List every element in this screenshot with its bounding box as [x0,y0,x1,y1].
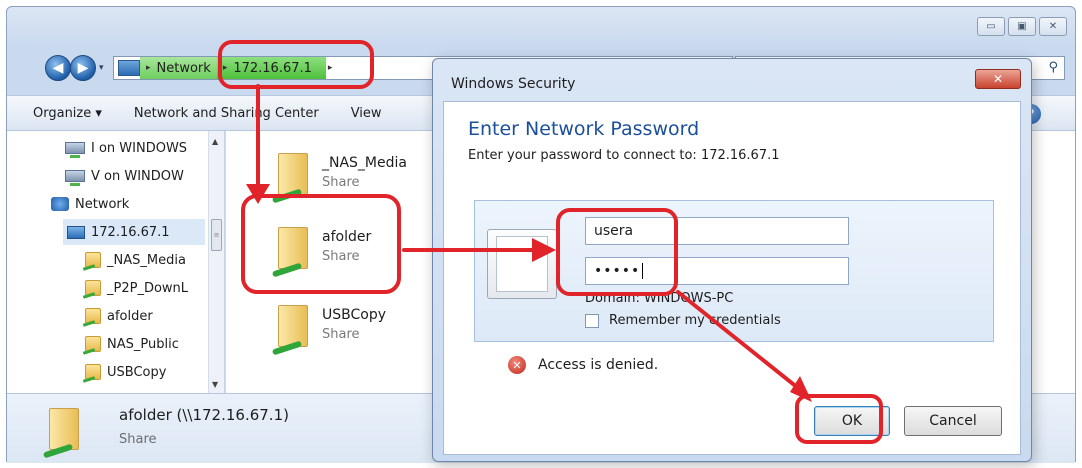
minimize-button[interactable]: ▭ [977,17,1005,36]
username-field[interactable]: usera [585,217,849,245]
file-item-name: _NAS_Media [322,155,407,171]
tree-item-afolder[interactable]: afolder [85,303,153,329]
sidebar-scrollbar[interactable]: ▲ ≡ ▼ [208,131,224,393]
file-item-name: USBCopy [322,307,387,323]
cancel-button[interactable]: Cancel [904,406,1002,436]
dialog-title: Windows Security [451,76,576,92]
username-value: usera [594,223,634,239]
details-item-type: Share [119,432,157,447]
shared-folder-icon [85,308,101,324]
tree-item-label: 172.16.67.1 [91,224,170,240]
file-item-type: Share [322,327,360,342]
shared-folder-icon [85,336,101,352]
password-field[interactable]: ••••• [585,257,849,285]
remember-credentials-checkbox[interactable] [585,313,599,328]
dialog-subtitle: Enter your password to connect to: 172.1… [468,148,780,163]
network-drive-icon [65,142,85,158]
tree-item-label: _P2P_DownL [107,280,189,296]
dialog-body: Enter Network Password Enter your passwo… [443,101,1021,455]
forward-button[interactable]: ▶ [70,55,96,81]
breadcrumb-ip[interactable]: ▸ 172.16.67.1 [216,57,326,79]
shared-folder-icon [42,404,83,459]
breadcrumb-expand[interactable]: ▸ [326,57,339,79]
scroll-thumb[interactable]: ≡ [211,219,222,251]
remember-credentials-label: Remember my credentials [609,313,781,328]
file-item-afolder[interactable]: afolder Share [271,223,372,278]
domain-label: Domain: WINDOWS-PC [585,291,734,306]
search-icon[interactable]: ⚲ [1048,60,1058,75]
breadcrumb-separator-icon: ▸ [146,63,151,73]
shared-folder-icon [271,223,312,278]
network-drive-icon [65,170,85,186]
credential-panel: usera ••••• Domain: WINDOWS-PC Remember … [474,200,994,342]
windows-security-dialog: Windows Security ✕ Enter Network Passwor… [432,58,1032,462]
maximize-button[interactable]: ▣ [1008,17,1036,36]
tree-item-nas-media[interactable]: _NAS_Media [85,247,186,273]
file-item-usbcopy[interactable]: USBCopy Share [271,301,387,356]
dialog-heading: Enter Network Password [468,118,700,140]
tree-item-label: V on WINDOW [91,168,184,184]
shared-folder-icon [85,364,101,380]
error-text: Access is denied. [538,357,659,373]
computer-icon [67,225,85,239]
navigation-pane: I on WINDOWS V on WINDOW Network 172.16.… [7,131,225,393]
shared-folder-icon [85,252,101,268]
ok-button[interactable]: OK [814,406,890,436]
tree-item-v-drive[interactable]: V on WINDOW [65,163,184,189]
scroll-up-icon[interactable]: ▲ [212,137,218,146]
tree-item-network[interactable]: Network [51,191,129,217]
tree-item-label: NAS_Public [107,336,179,352]
tree-item-label: afolder [107,308,153,324]
network-icon [51,197,69,211]
tree-item-label: USBCopy [107,364,167,380]
breadcrumb-network[interactable]: ▸ Network [140,57,217,79]
breadcrumb-ip-label: 172.16.67.1 [233,60,312,76]
tree-item-label: _NAS_Media [107,252,186,268]
shared-folder-icon [85,280,101,296]
password-value: ••••• [594,263,641,279]
shared-folder-icon [271,149,312,204]
view-menu[interactable]: View [335,106,398,121]
breadcrumb-expand-icon: ▸ [327,63,333,73]
network-location-icon [118,60,140,76]
details-item-name: afolder (\\172.16.67.1) [119,406,289,424]
error-message: ✕ Access is denied. [508,356,658,374]
organize-menu[interactable]: Organize ▾ [7,106,118,121]
file-item-name: afolder [322,229,372,245]
tree-item-nas-public[interactable]: NAS_Public [85,331,179,357]
remember-credentials-option[interactable]: Remember my credentials [585,313,781,328]
scroll-down-icon[interactable]: ▼ [212,380,218,389]
file-item-type: Share [322,249,360,264]
tree-item-label: Network [75,196,130,212]
tree-item-p2p-download[interactable]: _P2P_DownL [85,275,188,301]
breadcrumb-separator-icon: ▸ [222,63,228,73]
back-button[interactable]: ◀ [45,55,71,81]
file-item-nas-media[interactable]: _NAS_Media Share [271,149,407,204]
network-sharing-center-button[interactable]: Network and Sharing Center [118,106,335,121]
recent-pages-dropdown[interactable]: ▾ [99,63,104,73]
close-window-button[interactable]: ✕ [1039,17,1067,36]
dialog-close-button[interactable]: ✕ [975,69,1021,89]
tree-item-host[interactable]: 172.16.67.1 [63,219,205,245]
user-tile-icon [487,229,557,299]
error-icon: ✕ [508,356,526,374]
text-caret [642,263,644,279]
shared-folder-icon [271,301,312,356]
window-controls: ▭ ▣ ✕ [977,17,1067,36]
tree-item-i-drive[interactable]: I on WINDOWS [65,135,187,161]
tree-item-label: I on WINDOWS [91,140,188,156]
tree-item-usbcopy[interactable]: USBCopy [85,359,166,385]
breadcrumb-network-label: Network [156,60,211,76]
file-item-type: Share [322,175,360,190]
